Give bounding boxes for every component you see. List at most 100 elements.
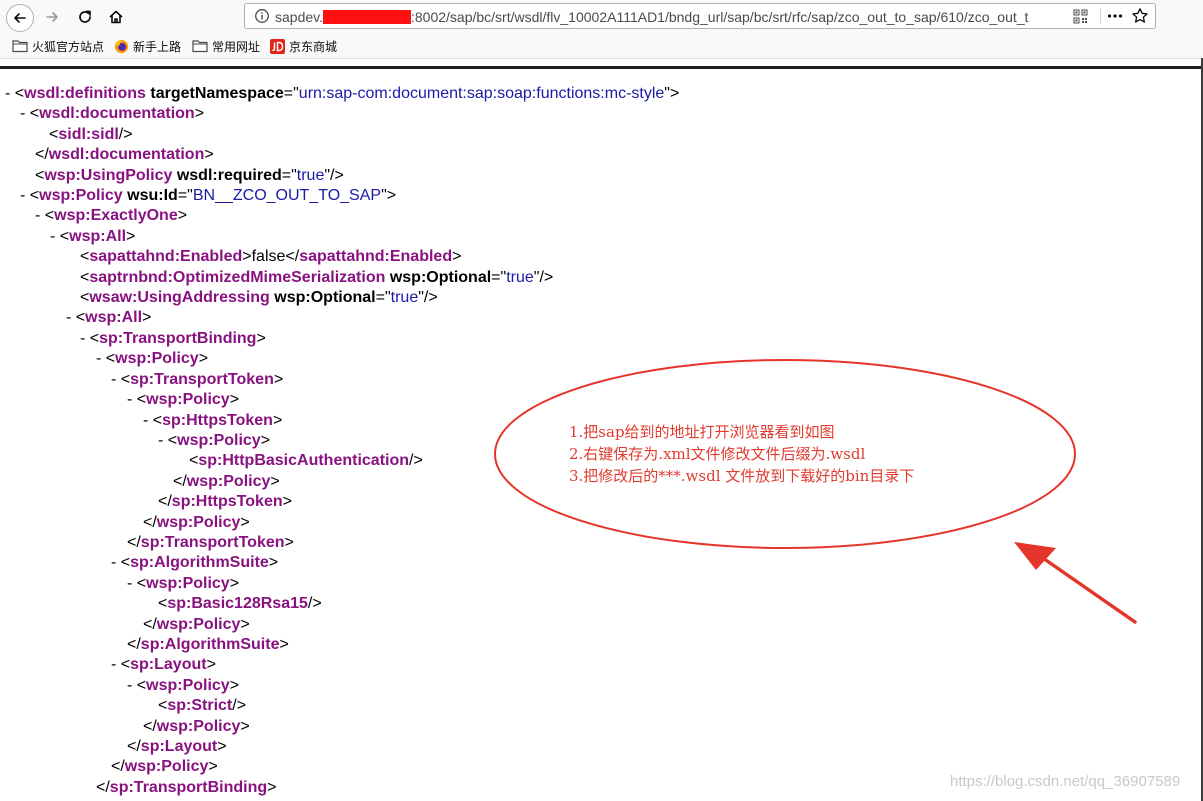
- xml-bracket: </: [143, 717, 157, 735]
- bookmark-firefox-official[interactable]: 火狐官方站点: [12, 38, 104, 54]
- xml-bracket: </: [127, 738, 141, 755]
- xml-bracket: <: [80, 268, 90, 286]
- xml-tag-name: sapattahnd:Enabled: [299, 248, 453, 266]
- xml-tag-name: sp:HttpsToken: [171, 493, 283, 511]
- url-bar[interactable]: sapdev.:8002/sap/bc/srt/wsdl/flv_10002A1…: [244, 3, 1156, 29]
- xml-line: - <wsp:ExactlyOne>: [0, 206, 1190, 226]
- xml-bracket: >: [242, 248, 252, 266]
- forward-button[interactable]: [40, 5, 64, 29]
- collapse-toggle[interactable]: -: [158, 432, 168, 449]
- xml-bracket: >: [229, 574, 240, 592]
- more-actions-icon[interactable]: [1106, 7, 1124, 29]
- collapse-toggle[interactable]: -: [50, 228, 60, 245]
- xml-line: - <wsp:Policy wsu:Id="BN__ZCO_OUT_TO_SAP…: [0, 186, 1190, 206]
- bookmark-label: 京东商城: [289, 39, 338, 54]
- qr-code-icon[interactable]: [1073, 9, 1088, 28]
- xml-bracket: >: [208, 758, 218, 776]
- xml-tag-name: wsp:Policy: [146, 676, 230, 694]
- xml-tag-name: wsdl:documentation: [39, 105, 195, 123]
- url-fade: [1040, 4, 1070, 28]
- site-info-icon[interactable]: [254, 8, 270, 28]
- collapse-toggle[interactable]: -: [20, 187, 30, 204]
- xml-line: </sp:Layout>: [0, 737, 1190, 757]
- xml-bracket: </: [143, 615, 157, 633]
- reload-button[interactable]: [73, 5, 97, 29]
- collapse-toggle[interactable]: -: [5, 85, 15, 102]
- bookmark-jd-mall[interactable]: 京东商城: [270, 38, 337, 54]
- xml-bracket: >: [142, 309, 152, 327]
- xml-bracket: <: [49, 125, 59, 143]
- back-button[interactable]: [6, 4, 34, 32]
- xml-tag-name: sidl:sidl: [58, 125, 119, 143]
- folder-icon: [12, 40, 28, 53]
- xml-bracket: />: [232, 697, 247, 715]
- xml-bracket: </: [127, 533, 141, 551]
- xml-tag-name: sp:Layout: [130, 656, 207, 674]
- xml-bracket: <: [89, 329, 100, 347]
- collapse-toggle[interactable]: -: [143, 412, 153, 429]
- xml-bracket: "/>: [324, 166, 344, 184]
- annotation-arrow: [1014, 542, 1137, 624]
- xml-tag-name: wsdl:definitions: [24, 85, 146, 102]
- xml-bracket: <: [35, 166, 45, 184]
- xml-bracket: />: [409, 452, 423, 470]
- xml-bracket: <: [14, 85, 25, 102]
- xml-bracket: >: [279, 635, 289, 653]
- xml-bracket: >: [452, 248, 462, 266]
- csdn-watermark: https://blog.csdn.net/qq_36907589: [950, 773, 1181, 790]
- xml-text: false: [251, 248, 286, 266]
- collapse-toggle[interactable]: -: [96, 350, 106, 367]
- xml-bracket: <: [80, 289, 90, 307]
- back-arrow-icon: [14, 13, 26, 23]
- xml-bracket: <: [136, 676, 147, 694]
- collapse-toggle[interactable]: -: [35, 207, 45, 224]
- collapse-toggle[interactable]: -: [111, 554, 121, 571]
- xml-bracket: <: [29, 105, 40, 123]
- xml-bracket: >: [240, 615, 250, 633]
- xml-tag-name: wsp:UsingPolicy: [44, 166, 173, 184]
- xml-line: </wsdl:documentation>: [0, 145, 1190, 165]
- xml-tag-name: sp:HttpsToken: [162, 411, 273, 429]
- xml-line: <wsaw:UsingAddressing wsp:Optional="true…: [0, 288, 1190, 308]
- collapse-toggle[interactable]: -: [127, 391, 137, 408]
- xml-tag-name: sp:TransportBinding: [99, 329, 257, 347]
- xml-bracket: >: [217, 738, 227, 755]
- collapse-toggle[interactable]: -: [66, 309, 76, 326]
- collapse-toggle[interactable]: -: [80, 330, 90, 347]
- collapse-toggle[interactable]: -: [111, 371, 121, 388]
- url-text[interactable]: sapdev.:8002/sap/bc/srt/wsdl/flv_10002A1…: [275, 8, 1065, 26]
- bookmark-common-sites[interactable]: 常用网址: [192, 38, 260, 54]
- xml-bracket: >: [204, 146, 214, 164]
- xml-tag-name: wsaw:UsingAddressing: [89, 289, 270, 307]
- xml-bracket: >: [273, 370, 284, 388]
- xml-line: <sapattahnd:Enabled>false</sapattahnd:En…: [0, 247, 1190, 267]
- xml-bracket: >: [194, 105, 205, 123]
- xml-bracket: >: [267, 778, 277, 796]
- xml-bracket: </: [35, 146, 49, 164]
- xml-tag-name: sp:HttpBasicAuthentication: [198, 452, 410, 470]
- xml-tag-name: wsdl:documentation: [48, 146, 205, 164]
- collapse-toggle[interactable]: -: [20, 105, 30, 122]
- bookmark-star-icon[interactable]: [1131, 7, 1149, 29]
- xml-bracket: </: [96, 778, 110, 796]
- xml-bracket: >: [260, 431, 271, 449]
- collapse-toggle[interactable]: -: [127, 677, 137, 694]
- xml-tag-name: sp:AlgorithmSuite: [140, 635, 280, 653]
- collapse-toggle[interactable]: -: [111, 656, 121, 673]
- xml-bracket: <: [120, 554, 131, 572]
- xml-bracket: />: [118, 125, 133, 143]
- xml-equals: =": [177, 187, 193, 205]
- xml-tag-name: sp:Strict: [167, 697, 233, 715]
- xml-bracket: >: [268, 554, 279, 572]
- xml-line: - <sp:Layout>: [0, 655, 1190, 675]
- collapse-toggle[interactable]: -: [127, 575, 137, 592]
- bookmark-getting-started[interactable]: 新手上路: [114, 38, 181, 54]
- xml-attr-name: wsp:Optional: [389, 268, 492, 286]
- xml-attr-name: targetNamespace: [150, 85, 284, 102]
- xml-tag-name: wsp:All: [69, 227, 127, 245]
- home-button[interactable]: [104, 5, 128, 29]
- home-icon: [109, 10, 123, 24]
- bookmarks-toolbar: 火狐官方站点 新手上路 常用网址 京东商城: [0, 34, 1203, 59]
- xml-bracket: <: [29, 187, 40, 205]
- xml-bracket: >: [284, 533, 294, 551]
